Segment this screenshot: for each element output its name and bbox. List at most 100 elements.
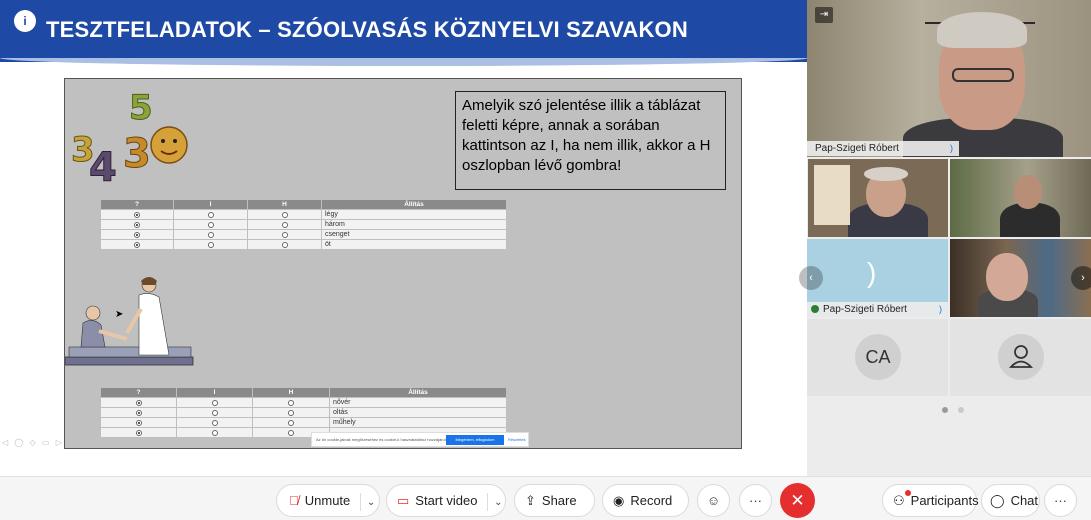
statement-word: csenget bbox=[321, 229, 507, 240]
cookie-accept-button[interactable]: Megértem, elfogadom bbox=[446, 435, 504, 445]
radio-h[interactable] bbox=[281, 231, 288, 238]
collapse-panel-icon[interactable]: ⇥ bbox=[815, 7, 833, 23]
table-row: öt bbox=[100, 239, 507, 250]
video-tile-participant-4[interactable] bbox=[950, 239, 1091, 317]
radio-i[interactable] bbox=[207, 241, 214, 248]
table-row: három bbox=[100, 219, 507, 230]
info-icon[interactable]: i bbox=[14, 10, 36, 32]
col-question: ? bbox=[100, 387, 177, 398]
avatar-initials: CA bbox=[855, 334, 901, 380]
next-page-button[interactable]: › bbox=[1071, 266, 1091, 290]
radio-h[interactable] bbox=[288, 399, 294, 406]
slide-header-swoosh bbox=[0, 58, 808, 66]
radio-unknown[interactable] bbox=[134, 241, 140, 248]
unmute-button[interactable]: 🎙̸ Unmute ⌄ bbox=[276, 484, 380, 517]
col-i: I bbox=[173, 199, 248, 210]
radio-i[interactable] bbox=[211, 409, 218, 416]
radio-unknown[interactable] bbox=[134, 231, 140, 238]
cookie-consent-bar: Az ön cookie-jainak megőrzéséhez és cook… bbox=[311, 432, 529, 447]
pager-dot-1[interactable] bbox=[942, 407, 948, 413]
shared-slide: i TESZTFELADATOK – SZÓOLVASÁS KÖZNYELVI … bbox=[0, 0, 808, 476]
start-video-button[interactable]: ▭ Start video ⌄ bbox=[386, 484, 506, 517]
number-zero-face bbox=[150, 126, 188, 164]
radio-i[interactable] bbox=[211, 399, 218, 406]
cookie-text: Az ön cookie-jainak megőrzéséhez és cook… bbox=[316, 437, 446, 442]
radio-i[interactable] bbox=[207, 221, 214, 228]
close-icon: ✕ bbox=[790, 491, 805, 510]
radio-h[interactable] bbox=[281, 221, 288, 228]
radio-h[interactable] bbox=[281, 211, 288, 218]
slide-controls[interactable]: ◁ ◯ ◇ ▭ ▷ bbox=[2, 438, 64, 447]
radio-unknown[interactable] bbox=[134, 221, 140, 228]
previous-page-button[interactable]: ‹ bbox=[799, 266, 823, 290]
glasses bbox=[952, 68, 1014, 82]
chat-button[interactable]: ◯ Chat bbox=[981, 484, 1040, 517]
statement-word: oltás bbox=[329, 407, 507, 418]
radio-h[interactable] bbox=[288, 409, 294, 416]
pager-dot-2[interactable] bbox=[958, 407, 964, 413]
start-video-label: Start video bbox=[415, 493, 478, 508]
table-row: csenget bbox=[100, 229, 507, 240]
statement-word: három bbox=[321, 219, 507, 230]
radio-h[interactable] bbox=[288, 419, 294, 426]
share-button[interactable]: ⇪ Share bbox=[514, 484, 595, 517]
radio-unknown[interactable] bbox=[134, 211, 140, 218]
number-three-second: 3 bbox=[123, 131, 151, 177]
number-five: 5 bbox=[129, 88, 153, 128]
video-tile-participant-1[interactable] bbox=[808, 159, 948, 237]
gallery-pager bbox=[937, 400, 969, 418]
numbers-illustration: 5 3 4 3 bbox=[71, 88, 188, 183]
signal-icon: ) bbox=[939, 304, 942, 314]
microphone-muted-icon: 🎙̸ bbox=[289, 493, 299, 508]
audio-wave-icon: ) bbox=[867, 257, 877, 288]
participant-tile-ca[interactable]: CA bbox=[807, 319, 948, 396]
audio-tile-participant[interactable]: ) Pap-Szigeti Róbert ) bbox=[807, 239, 948, 317]
answer-table-1: ? I H Állítás légy három csenget öt bbox=[100, 199, 507, 250]
participants-icon: ⚇ bbox=[893, 493, 905, 508]
participant-tile-anonymous[interactable] bbox=[950, 319, 1091, 396]
col-h: H bbox=[247, 199, 322, 210]
participant-gallery: ⇥ Pap-Szigeti Róbert ) ) Pap-Szigeti Rób… bbox=[799, 0, 1091, 476]
unmute-label: Unmute bbox=[304, 493, 351, 508]
radio-unknown[interactable] bbox=[135, 429, 142, 436]
more-panel-button[interactable]: ··· bbox=[1044, 484, 1077, 517]
meeting-toolbar: 🎙̸ Unmute ⌄ ▭ Start video ⌄ ⇪ Share ◉ Record… bbox=[0, 476, 1091, 520]
share-label: Share bbox=[541, 493, 577, 508]
main-participant-name: Pap-Szigeti Róbert bbox=[815, 143, 899, 154]
chevron-down-icon[interactable]: ⌄ bbox=[494, 497, 502, 508]
person-icon bbox=[1008, 345, 1034, 368]
number-four: 4 bbox=[89, 145, 117, 183]
radio-i[interactable] bbox=[211, 429, 218, 436]
main-video-tile[interactable]: ⇥ Pap-Szigeti Róbert ) bbox=[807, 0, 1091, 157]
answer-table-2: ? I H Állítás nővér oltás műhely bbox=[100, 387, 507, 438]
audio-name-tag: Pap-Szigeti Róbert ) bbox=[807, 302, 948, 317]
main-name-tag: Pap-Szigeti Róbert ) bbox=[807, 141, 959, 156]
record-button[interactable]: ◉ Record bbox=[602, 484, 689, 517]
video-tile-participant-2[interactable] bbox=[950, 159, 1091, 237]
speaking-indicator-icon bbox=[811, 305, 819, 313]
leave-meeting-button[interactable]: ✕ bbox=[780, 483, 815, 518]
cookie-details-link[interactable]: Részletek bbox=[508, 437, 526, 442]
table-row: nővér bbox=[100, 397, 507, 408]
table-row: oltás bbox=[100, 407, 507, 418]
col-h: H bbox=[252, 387, 330, 398]
video-off-icon: ▭ bbox=[397, 493, 410, 508]
radio-i[interactable] bbox=[207, 211, 214, 218]
radio-h[interactable] bbox=[288, 429, 294, 436]
table-row: légy bbox=[100, 209, 507, 220]
col-question: ? bbox=[100, 199, 174, 210]
radio-unknown[interactable] bbox=[135, 399, 142, 406]
radio-i[interactable] bbox=[211, 419, 218, 426]
chevron-down-icon[interactable]: ⌄ bbox=[367, 497, 375, 508]
chat-label: Chat bbox=[1010, 493, 1039, 508]
radio-i[interactable] bbox=[207, 231, 214, 238]
more-options-button[interactable]: ··· bbox=[739, 484, 772, 517]
participants-button[interactable]: ⚇ Participants bbox=[882, 484, 979, 517]
avatar bbox=[998, 334, 1044, 380]
radio-unknown[interactable] bbox=[135, 409, 142, 416]
radio-h[interactable] bbox=[281, 241, 288, 248]
participants-label: Participants bbox=[910, 493, 979, 508]
reactions-button[interactable]: ☺ bbox=[697, 484, 730, 517]
radio-unknown[interactable] bbox=[135, 419, 142, 426]
record-label: Record bbox=[630, 493, 673, 508]
